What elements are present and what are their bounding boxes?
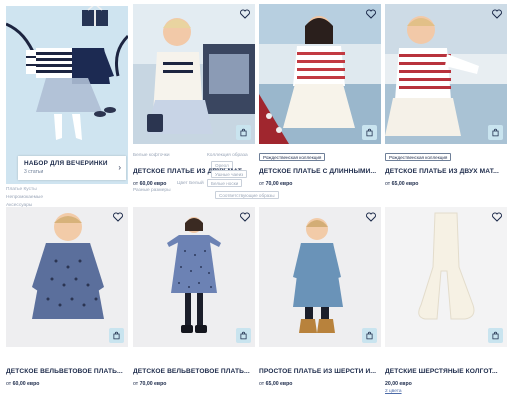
product-title[interactable]: ДЕТСКИЕ ШЕРСТЯНЫЕ КОЛГОТ... <box>385 368 507 375</box>
product-image[interactable] <box>133 207 255 347</box>
product-title[interactable]: ДЕТСКОЕ ПЛАТЬЕ ИЗ ДВУХ МАТ... <box>385 168 507 175</box>
product-card[interactable]: Белые кофточки Коллекция образа Ореол ДЕ… <box>133 4 279 204</box>
product-title[interactable]: ДЕТСКОЕ ВЕЛЬВЕТОВОЕ ПЛАТЬ... <box>6 368 128 375</box>
ghost-line-4: Разные размеры <box>133 188 171 193</box>
heart-icon[interactable] <box>491 8 503 20</box>
product-image[interactable] <box>259 4 381 144</box>
outfit-set-count: 3 статьи <box>24 169 44 175</box>
product-photo <box>385 207 507 347</box>
product-price: от 65,00 евро <box>259 381 293 387</box>
heart-icon[interactable] <box>365 8 377 20</box>
product-photo <box>133 4 255 144</box>
heart-icon[interactable] <box>112 211 124 223</box>
chevron-right-icon: › <box>118 163 121 172</box>
product-photo <box>385 4 507 144</box>
ghost-line-2: Коллекция образа <box>207 153 248 158</box>
heart-icon[interactable] <box>491 211 503 223</box>
product-card[interactable]: ДЕТСКОЕ ВЕЛЬВЕТОВОЕ ПЛАТЬ... от 70,00 ев… <box>133 207 255 392</box>
bag-icon <box>492 128 499 137</box>
outfit-set-title: НАБОР ДЛЯ ВЕЧЕРИНКИ <box>24 160 108 167</box>
add-to-cart-button[interactable] <box>362 328 377 343</box>
product-card[interactable]: ПРОСТОЕ ПЛАТЬЕ ИЗ ШЕРСТИ И... от 65,00 е… <box>259 207 381 392</box>
heart-icon[interactable] <box>239 8 251 20</box>
product-card[interactable]: ДЕТСКОЕ ВЕЛЬВЕТОВОЕ ПЛАТЬ... от 60,00 ев… <box>6 207 128 392</box>
product-title[interactable]: ДЕТСКОЕ ПЛАТЬЕ С ДЛИННЫМИ... <box>259 168 381 175</box>
add-to-cart-button[interactable] <box>109 328 124 343</box>
product-image[interactable] <box>133 4 255 144</box>
bag-icon <box>240 331 247 340</box>
product-price: от 65,00 евро <box>385 181 419 187</box>
product-photo <box>259 207 381 347</box>
product-photo <box>6 207 128 347</box>
collection-tag: Рождественская коллекция <box>385 153 452 161</box>
add-to-cart-button[interactable] <box>488 125 503 140</box>
bag-icon <box>366 331 373 340</box>
product-price: от 70,00 евро <box>259 181 293 187</box>
ghost-tag-3: Белые носки <box>207 179 243 187</box>
collection-tag: Рождественская коллекция <box>259 153 326 161</box>
heart-icon[interactable] <box>239 211 251 223</box>
product-image[interactable] <box>259 207 381 347</box>
add-to-cart-button[interactable] <box>488 328 503 343</box>
product-image[interactable] <box>385 207 507 347</box>
product-card[interactable]: Рождественская коллекция ДЕТСКОЕ ПЛАТЬЕ … <box>259 4 381 194</box>
outfit-set-image[interactable]: НАБОР ДЛЯ ВЕЧЕРИНКИ 3 статьи › <box>6 6 128 184</box>
add-to-cart-button[interactable] <box>362 125 377 140</box>
product-photo <box>259 4 381 144</box>
ghost-line-1: Белые кофточки <box>133 153 170 158</box>
product-price: от 70,00 евро <box>133 381 167 387</box>
product-price: от 60,00 евро <box>6 381 40 387</box>
product-image[interactable] <box>6 207 128 347</box>
product-image[interactable] <box>385 4 507 144</box>
outfit-set-label[interactable]: НАБОР ДЛЯ ВЕЧЕРИНКИ 3 статьи › <box>18 156 126 180</box>
heart-icon[interactable] <box>365 211 377 223</box>
add-to-cart-button[interactable] <box>236 328 251 343</box>
bag-icon <box>366 128 373 137</box>
ghost-line-3: Цвет Белый <box>177 181 204 186</box>
product-price: 20,00 евро <box>385 381 412 387</box>
product-card[interactable]: Рождественская коллекция ДЕТСКОЕ ПЛАТЬЕ … <box>385 4 507 194</box>
product-photo <box>133 207 255 347</box>
bag-icon <box>113 331 120 340</box>
ghost-tag-2: Ушные чаеиз <box>211 170 248 178</box>
product-price: от 60,00 евро <box>133 181 167 187</box>
product-title[interactable]: ПРОСТОЕ ПЛАТЬЕ ИЗ ШЕРСТИ И... <box>259 368 381 375</box>
product-title[interactable]: ДЕТСКОЕ ВЕЛЬВЕТОВОЕ ПЛАТЬ... <box>133 368 255 375</box>
bag-icon <box>240 128 247 137</box>
outfit-ghost-line-1: Платье Кусты <box>6 187 37 192</box>
product-card[interactable]: ДЕТСКИЕ ШЕРСТЯНЫЕ КОЛГОТ... 20,00 евро 2… <box>385 207 507 397</box>
outfit-ghost-line-2: Непромокаемые <box>6 195 43 200</box>
add-to-cart-button[interactable] <box>236 125 251 140</box>
bag-icon <box>492 331 499 340</box>
outfit-set-card[interactable]: НАБОР ДЛЯ ВЕЧЕРИНКИ 3 статьи › Платье Ку… <box>6 6 128 208</box>
colors-link[interactable]: 2 цвета <box>385 389 402 394</box>
